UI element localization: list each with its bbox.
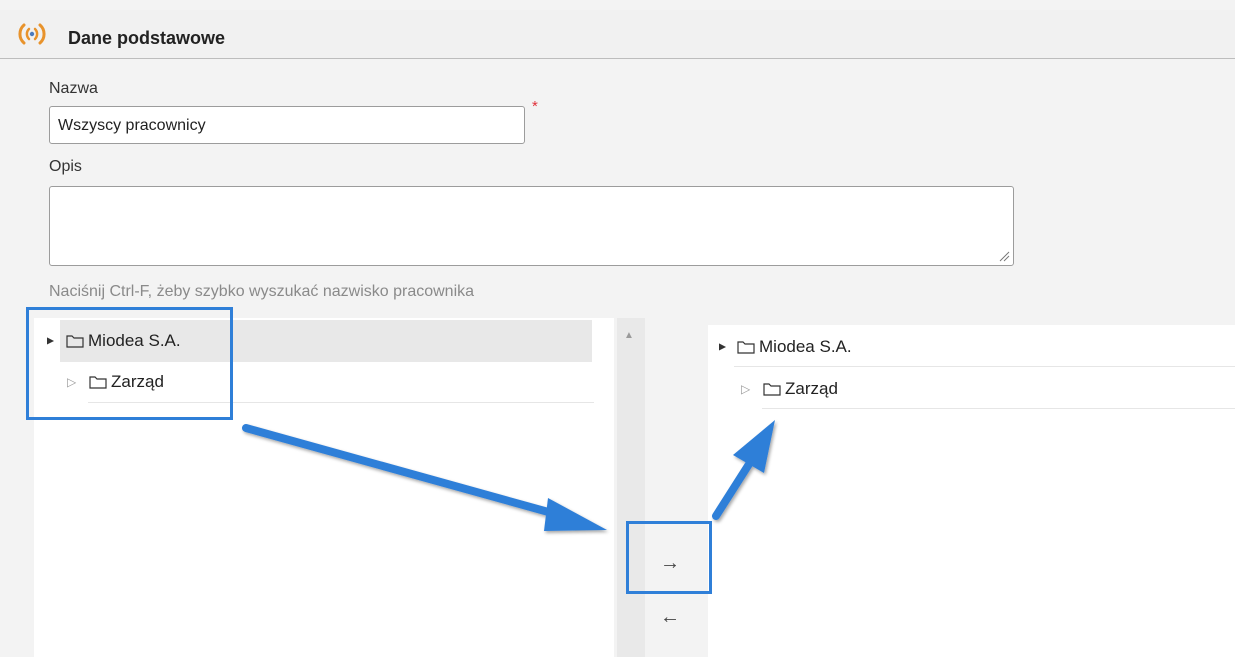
signal-waves-icon xyxy=(18,23,46,45)
name-input[interactable]: Wszyscy pracownicy xyxy=(49,106,525,144)
folder-icon xyxy=(737,341,755,354)
folder-icon xyxy=(763,383,781,396)
name-label: Nazwa xyxy=(49,80,98,97)
tree-item-label: Miodea S.A. xyxy=(759,337,852,356)
description-textarea[interactable] xyxy=(49,186,1014,266)
section-title: Dane podstawowe xyxy=(68,28,226,48)
row-divider xyxy=(762,408,1235,409)
move-left-button[interactable]: ← xyxy=(656,603,684,631)
description-label: Opis xyxy=(49,158,82,175)
right-tree-item-zarzad[interactable]: ▷ Zarząd xyxy=(741,378,838,400)
vertical-scrollbar[interactable] xyxy=(617,318,645,657)
resize-grip-icon[interactable] xyxy=(999,251,1010,262)
search-hint: Naciśnij Ctrl-F, żeby szybko wyszukać na… xyxy=(49,283,475,300)
expand-triangle-icon[interactable]: ▷ xyxy=(741,382,753,396)
collapse-triangle-icon[interactable]: ▲ xyxy=(716,341,730,353)
required-marker: * xyxy=(532,98,538,115)
row-divider xyxy=(734,366,1235,367)
assigned-tree-panel[interactable] xyxy=(708,325,1235,657)
right-tree-item-miodea[interactable]: ▲ Miodea S.A. xyxy=(716,336,852,358)
annotation-highlight-tree xyxy=(26,307,233,420)
annotation-highlight-move-button xyxy=(626,521,712,594)
scroll-up-icon[interactable]: ▲ xyxy=(624,330,634,341)
tree-item-label: Zarząd xyxy=(785,379,838,398)
